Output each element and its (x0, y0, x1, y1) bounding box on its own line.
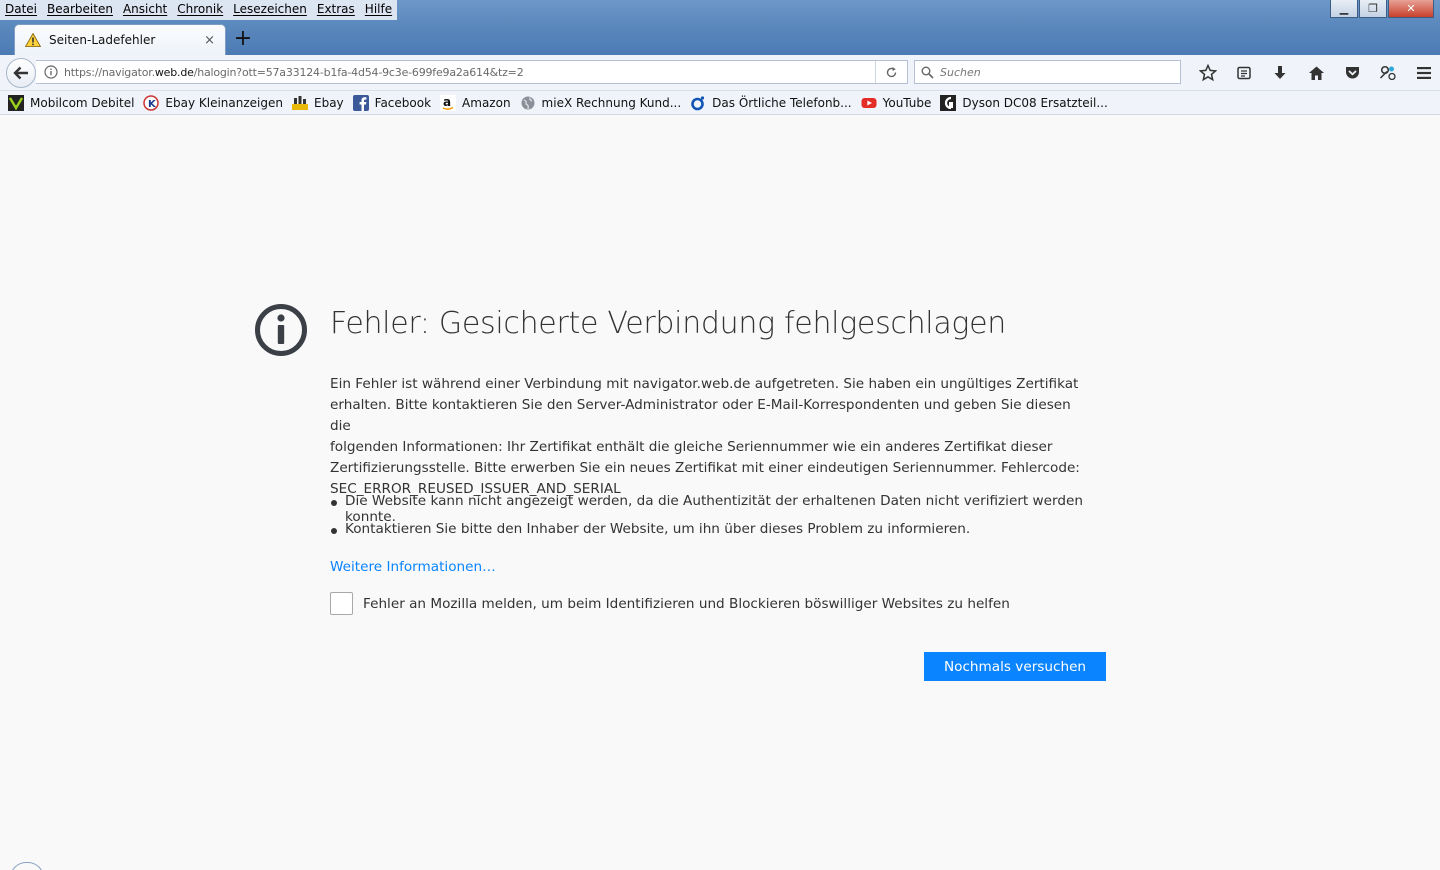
oertliche-icon (690, 95, 706, 111)
list-item: Die Website kann nicht angezeigt werden,… (330, 493, 1130, 525)
main-menu-button[interactable] (1406, 61, 1440, 85)
menu-bearbeiten[interactable]: Bearbeiten (42, 0, 118, 20)
downloads-button[interactable] (1262, 61, 1298, 85)
search-bar[interactable]: Suchen (914, 60, 1181, 84)
menu-lesezeichen[interactable]: Lesezeichen (228, 0, 312, 20)
bookmark-star-button[interactable] (1190, 61, 1226, 85)
menu-bar: Datei Bearbeiten Ansicht Chronik Lesezei… (0, 0, 398, 20)
maximize-button[interactable]: ❐ (1359, 0, 1387, 18)
bookmark-dyson[interactable]: Dyson DC08 Ersatzteil... (940, 94, 1108, 111)
url-bar[interactable]: https://navigator.web.de/halogin?ott=57a… (36, 60, 908, 84)
tab-title: Seiten-Ladefehler (49, 33, 156, 47)
close-window-button[interactable]: ✕ (1388, 0, 1434, 18)
download-icon (1274, 66, 1286, 79)
retry-button[interactable]: Nochmals versuchen (924, 652, 1106, 681)
title-bar: Datei Bearbeiten Ansicht Chronik Lesezei… (0, 0, 1440, 55)
search-icon (921, 66, 934, 79)
bookmark-oertliche[interactable]: Das Örtliche Telefonb... (690, 95, 852, 111)
arrow-left-icon (13, 66, 28, 80)
star-icon (1199, 64, 1217, 82)
list-item: Kontaktieren Sie bitte den Inhaber der W… (330, 521, 1130, 549)
reading-list-button[interactable] (1226, 61, 1262, 85)
extension-button[interactable] (1370, 61, 1406, 85)
menu-extras[interactable]: Extras (312, 0, 360, 20)
bookmark-ebay[interactable]: Ebay (292, 95, 344, 111)
menu-datei[interactable]: Datei (0, 0, 42, 20)
menu-chronik[interactable]: Chronik (172, 0, 228, 20)
new-tab-button[interactable]: + (232, 27, 254, 51)
menu-icon (1417, 67, 1431, 79)
report-checkbox[interactable] (330, 592, 353, 615)
bookmark-amazon[interactable]: a Amazon (440, 94, 511, 111)
bookmark-mobilcom[interactable]: Mobilcom Debitel (8, 94, 134, 111)
page-content: Fehler: Gesicherte Verbindung fehlgeschl… (0, 116, 1440, 870)
menu-ansicht[interactable]: Ansicht (118, 0, 172, 20)
extension-icon (1379, 65, 1396, 81)
bookmark-facebook[interactable]: Facebook (352, 94, 431, 111)
bookmarks-toolbar: Mobilcom Debitel K Ebay Kleinanzeigen Eb… (0, 91, 1440, 115)
reload-icon (886, 66, 897, 77)
minimize-button[interactable]: ▁ (1330, 0, 1358, 18)
ebay-icon (292, 95, 308, 111)
home-icon (1308, 66, 1324, 80)
svg-text:a: a (443, 95, 451, 109)
navigation-toolbar: https://navigator.web.de/halogin?ott=57a… (0, 55, 1440, 91)
bookmark-miex[interactable]: mieX Rechnung Kund... (520, 95, 681, 111)
globe-icon (520, 95, 536, 111)
warning-icon (25, 33, 41, 47)
report-label[interactable]: Fehler an Mozilla melden, um beim Identi… (363, 596, 1010, 612)
pocket-icon (1345, 67, 1359, 79)
error-description-line: erhalten. Bitte kontaktieren Sie den Ser… (330, 397, 1071, 434)
search-placeholder: Suchen (940, 65, 981, 79)
site-info-icon[interactable] (44, 65, 58, 79)
youtube-icon (861, 95, 877, 111)
tab-close-button[interactable]: × (204, 33, 215, 48)
pocket-button[interactable] (1334, 61, 1370, 85)
reload-button[interactable] (875, 61, 907, 83)
kleinanzeigen-icon: K (143, 94, 160, 111)
window-controls: ▁ ❐ ✕ (1330, 0, 1434, 18)
svg-text:K: K (148, 99, 157, 110)
back-button[interactable] (6, 58, 36, 88)
facebook-icon (352, 94, 369, 111)
more-info-link[interactable]: Weitere Informationen… (330, 559, 496, 575)
error-hints: Die Website kann nicht angezeigt werden,… (330, 493, 1130, 549)
menu-hilfe[interactable]: Hilfe (360, 0, 397, 20)
mobilcom-icon (8, 94, 24, 111)
dyson-icon (940, 94, 957, 111)
report-row: Fehler an Mozilla melden, um beim Identi… (330, 592, 1010, 615)
amazon-icon: a (440, 94, 457, 111)
reading-list-icon (1237, 66, 1251, 80)
home-button[interactable] (1298, 61, 1334, 85)
toolbar-icons (1190, 61, 1440, 85)
bookmark-ebay-kleinanzeigen[interactable]: K Ebay Kleinanzeigen (143, 94, 283, 111)
error-description-line: Ein Fehler ist während einer Verbindung … (330, 376, 1079, 392)
tab-active[interactable]: Seiten-Ladefehler × (14, 24, 226, 55)
info-icon (255, 304, 307, 356)
error-title: Fehler: Gesicherte Verbindung fehlgeschl… (330, 306, 1006, 341)
error-description: Ein Fehler ist während einer Verbindung … (330, 374, 1090, 500)
error-description-line: folgenden Informationen: Ihr Zertifikat … (330, 439, 1053, 455)
error-description-line: Zertifizierungsstelle. Bitte erwerben Si… (330, 460, 1080, 476)
url-text[interactable]: https://navigator.web.de/halogin?ott=57a… (64, 66, 875, 79)
bookmark-youtube[interactable]: YouTube (861, 95, 931, 111)
